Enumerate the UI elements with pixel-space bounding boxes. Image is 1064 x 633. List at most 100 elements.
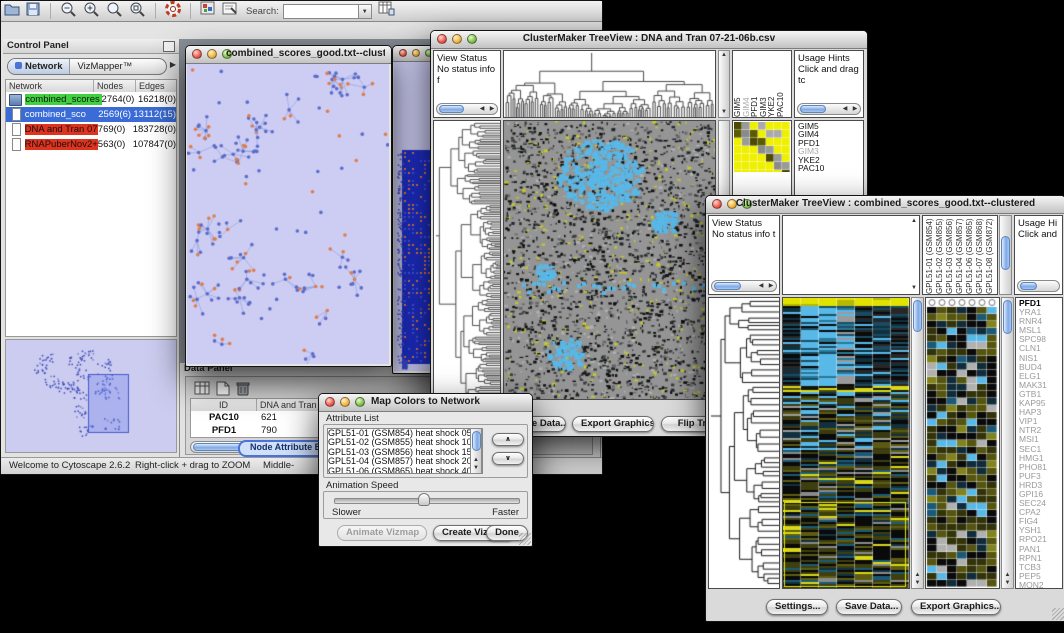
- zoom-heatmap-canvas[interactable]: [926, 298, 999, 588]
- usage-hints-hscrollbar[interactable]: ◀ ▶: [797, 103, 861, 115]
- move-down-button[interactable]: ∨: [492, 452, 524, 465]
- dialog-titlebar[interactable]: Map Colors to Network: [319, 394, 532, 412]
- scroll-up-icon[interactable]: ▲: [471, 457, 481, 464]
- save-data-button[interactable]: Save Data...: [836, 599, 902, 615]
- scroll-up-icon[interactable]: ▲: [1002, 572, 1013, 579]
- tab-vizmapper[interactable]: VizMapper™: [69, 59, 139, 74]
- close-icon[interactable]: [399, 49, 407, 57]
- scroll-up-icon[interactable]: ▲: [910, 218, 918, 225]
- treeview2-column-dendrogram[interactable]: ▲ ▼: [782, 215, 920, 295]
- view-status-hscrollbar[interactable]: ◀ ▶: [711, 280, 777, 292]
- scrollbar-thumb[interactable]: [472, 431, 481, 451]
- attribute-list-item[interactable]: GPL51-06 (GSM865) heat shock 40 min: [328, 467, 482, 474]
- scrollbar-thumb[interactable]: [800, 105, 826, 113]
- scroll-down-icon[interactable]: ▼: [912, 580, 923, 587]
- minimize-icon[interactable]: [412, 49, 420, 57]
- treeview2-row-dendrogram[interactable]: [708, 297, 780, 589]
- node-count: 769(0): [98, 124, 133, 135]
- heatmap-canvas[interactable]: [783, 298, 909, 588]
- scrollbar-thumb[interactable]: [1020, 282, 1037, 290]
- open-file-icon[interactable]: [4, 2, 20, 21]
- treeview2-collabel-vscrollbar[interactable]: [999, 215, 1012, 295]
- export-graphics-button[interactable]: Export Graphics...: [911, 599, 1001, 615]
- speed-slider-thumb[interactable]: [418, 493, 430, 506]
- treeview2-heatmap-vscrollbar[interactable]: ▲ ▼: [911, 297, 924, 589]
- treeview2-zoom-vscrollbar[interactable]: ▲ ▼: [1001, 297, 1014, 589]
- treeview1-column-dendrogram[interactable]: [503, 50, 716, 118]
- treeview2-titlebar[interactable]: ClusterMaker TreeView : combined_scores_…: [706, 196, 1064, 214]
- treeview2-gene-list[interactable]: PFD1YRA1RNR4MSL1SPC98CLN1NIS1BUD4ELG1MAK…: [1015, 297, 1063, 589]
- attribute-list[interactable]: GPL51-01 (GSM854) heat shock 05 minGPL51…: [327, 428, 483, 474]
- float-panel-icon[interactable]: [163, 41, 175, 52]
- chevron-down-icon[interactable]: ▼: [359, 4, 372, 19]
- move-up-button[interactable]: ∧: [492, 433, 524, 446]
- scroll-left-icon[interactable]: ◀: [477, 105, 487, 114]
- network-glyph-icon: [15, 62, 22, 69]
- search-combo[interactable]: ▼: [283, 4, 372, 19]
- window-controls[interactable]: [399, 49, 433, 57]
- scrollbar-thumb[interactable]: [1003, 300, 1012, 334]
- zoom-out-icon[interactable]: [60, 1, 77, 22]
- treeview1-titlebar[interactable]: ClusterMaker TreeView : DNA and Tran 07-…: [431, 31, 867, 49]
- scrollbar-thumb[interactable]: [439, 105, 464, 113]
- network-list-row[interactable]: combined_scores2764(0)16218(0): [6, 92, 176, 107]
- save-icon[interactable]: [26, 2, 41, 21]
- zoom-in-icon[interactable]: [83, 1, 100, 22]
- heatmap-canvas[interactable]: [504, 121, 715, 399]
- treeview2-zoom-view[interactable]: [925, 297, 1000, 589]
- scroll-down-icon[interactable]: ▼: [1002, 580, 1013, 587]
- scroll-right-icon[interactable]: ▶: [850, 105, 860, 114]
- help-lifering-icon[interactable]: [165, 1, 181, 22]
- network-list-row[interactable]: DNA and Tran 07769(0)183728(0): [6, 122, 176, 137]
- scroll-right-icon[interactable]: ▶: [766, 282, 776, 291]
- treeview2-heatmap[interactable]: [782, 297, 910, 589]
- scrollbar-thumb[interactable]: [1001, 236, 1010, 270]
- row-dendrogram-canvas[interactable]: [709, 298, 779, 588]
- row-dendrogram-canvas[interactable]: [434, 121, 500, 399]
- zoom-selected-icon[interactable]: [106, 1, 123, 22]
- resize-grip[interactable]: [519, 533, 531, 545]
- gene-label[interactable]: MON2: [1019, 581, 1062, 589]
- network-view-canvas[interactable]: [187, 64, 389, 364]
- scroll-down-icon[interactable]: ▼: [910, 285, 918, 292]
- attribute-list-vscrollbar[interactable]: ▲ ▼: [470, 428, 482, 474]
- scroll-down-icon[interactable]: ▼: [471, 465, 481, 472]
- zoom-fit-icon[interactable]: [129, 1, 146, 22]
- scroll-up-icon[interactable]: ▲: [719, 52, 729, 59]
- network-list-row[interactable]: RNAPuberNov2+563(0)107847(0): [6, 137, 176, 152]
- birdseye-canvas[interactable]: [6, 340, 176, 452]
- node-count: 2569(6): [98, 109, 133, 120]
- resize-grip[interactable]: [1052, 608, 1064, 620]
- scrollbar-thumb[interactable]: [714, 282, 741, 290]
- network-list-row[interactable]: combined_sco2569(6)13112(15): [6, 107, 176, 122]
- gene-label[interactable]: PAC10: [798, 164, 863, 172]
- scroll-left-icon[interactable]: ◀: [756, 282, 766, 291]
- summary-heatmap-canvas[interactable]: [734, 122, 790, 172]
- close-icon[interactable]: [192, 49, 202, 59]
- tab-overflow-arrow[interactable]: ▶: [170, 60, 176, 69]
- annotation-icon[interactable]: [222, 1, 239, 21]
- network-view[interactable]: [187, 64, 389, 364]
- scroll-up-icon[interactable]: ▲: [912, 572, 923, 579]
- view-status-hscrollbar[interactable]: ◀ ▶: [436, 103, 498, 115]
- minimize-icon[interactable]: [207, 49, 217, 59]
- scroll-left-icon[interactable]: ◀: [840, 105, 850, 114]
- export-graphics-button[interactable]: Export Graphics...: [572, 416, 654, 432]
- usage-hints-hscrollbar[interactable]: [1017, 280, 1060, 292]
- search-input[interactable]: [283, 4, 359, 19]
- vizmapper-icon[interactable]: [200, 1, 216, 21]
- birdseye-view[interactable]: [5, 339, 177, 453]
- network-window-titlebar[interactable]: combined_scores_good.txt--cluste...: [186, 46, 391, 64]
- tab-network[interactable]: Network: [8, 59, 69, 74]
- column-dendrogram-canvas[interactable]: [504, 51, 715, 117]
- scroll-right-icon[interactable]: ▶: [487, 105, 497, 114]
- animate-vizmap-button[interactable]: Animate Vizmap: [337, 525, 427, 541]
- treeview1-heatmap[interactable]: [503, 120, 716, 400]
- settings-button[interactable]: Settings...: [766, 599, 828, 615]
- scroll-down-icon[interactable]: ▼: [719, 109, 729, 116]
- treeview1-top-vscrollbar[interactable]: ▲ ▼: [718, 50, 730, 118]
- edge-count: 107847(0): [133, 139, 176, 150]
- scrollbar-thumb[interactable]: [913, 300, 922, 332]
- treeview1-row-dendrogram[interactable]: [433, 120, 501, 400]
- attribute-table-icon[interactable]: [378, 1, 395, 21]
